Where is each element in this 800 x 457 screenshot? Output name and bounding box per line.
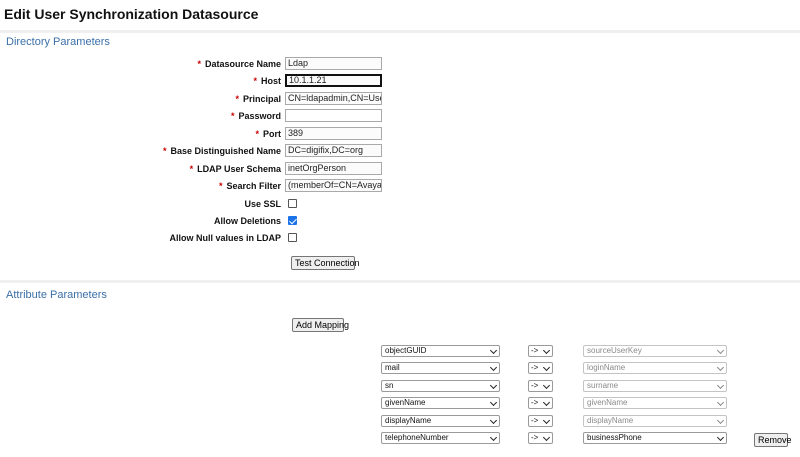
mapping-arrow-select-value: -> — [531, 416, 539, 425]
allow-null-checkbox[interactable] — [288, 233, 297, 242]
directory-section-title: Directory Parameters — [6, 36, 110, 48]
port-label: * Port — [255, 129, 281, 139]
directory-section-bar — [0, 30, 800, 50]
ldap-attribute-select-value: displayName — [385, 416, 432, 425]
password-row: * Password — [0, 109, 800, 123]
chevron-down-icon — [542, 346, 551, 355]
user-field-select[interactable]: givenName — [583, 397, 727, 409]
mapping-arrow-select[interactable]: -> — [528, 345, 553, 357]
user-field-select-value: surname — [587, 381, 619, 390]
ldap-attribute-select[interactable]: telephoneNumber — [381, 432, 500, 444]
search-filter-row: * Search Filter (memberOf=CN=Avaya_ — [0, 179, 800, 193]
use-ssl-label: Use SSL — [244, 199, 281, 209]
mapping-arrow-select-value: -> — [531, 363, 539, 372]
host-label: * Host — [253, 76, 281, 86]
port-row: * Port 389 — [0, 127, 800, 141]
user-field-select[interactable]: loginName — [583, 362, 727, 374]
datasource-name-row: * Datasource Name Ldap — [0, 57, 800, 71]
chevron-down-icon — [489, 346, 498, 355]
add-mapping-button[interactable]: Add Mapping — [292, 318, 349, 332]
use-ssl-row: Use SSL — [0, 197, 800, 211]
ldap-attribute-select[interactable]: displayName — [381, 415, 500, 427]
ldap-attribute-select[interactable]: mail — [381, 362, 500, 374]
ldap-attribute-select-value: mail — [385, 363, 400, 372]
chevron-down-icon — [489, 398, 498, 407]
attribute-section-title: Attribute Parameters — [6, 289, 107, 301]
mapping-arrow-select[interactable]: -> — [528, 397, 553, 409]
mapping-arrow-select-value: -> — [531, 433, 539, 442]
user-field-select-value: businessPhone — [587, 433, 642, 442]
ldap-attribute-select-value: objectGUID — [385, 346, 427, 355]
mapping-arrow-select[interactable]: -> — [528, 362, 553, 374]
mapping-arrow-select[interactable]: -> — [528, 415, 553, 427]
chevron-down-icon — [716, 416, 725, 425]
chevron-down-icon — [716, 346, 725, 355]
search-filter-label: * Search Filter — [218, 181, 281, 191]
user-field-select[interactable]: businessPhone — [583, 432, 727, 444]
ldap-attribute-select-value: givenName — [385, 398, 426, 407]
chevron-down-icon — [716, 381, 725, 390]
chevron-down-icon — [716, 433, 725, 442]
remove-button[interactable]: Remove — [754, 433, 792, 447]
ldap-attribute-select-value: sn — [385, 381, 394, 390]
chevron-down-icon — [489, 416, 498, 425]
datasource-name-label: * Datasource Name — [197, 59, 281, 69]
principal-input[interactable]: CN=ldapadmin,CN=Users — [285, 92, 382, 105]
allow-deletions-checkbox[interactable] — [288, 216, 297, 225]
password-label: * Password — [230, 111, 281, 121]
search-filter-input[interactable]: (memberOf=CN=Avaya_ — [285, 179, 382, 192]
chevron-down-icon — [489, 381, 498, 390]
user-field-select[interactable]: surname — [583, 380, 727, 392]
user-field-select-value: sourceUserKey — [587, 346, 642, 355]
user-field-select-value: givenName — [587, 398, 628, 407]
chevron-down-icon — [542, 433, 551, 442]
ldap-attribute-select-value: telephoneNumber — [385, 433, 449, 442]
user-field-select-value: displayName — [587, 416, 634, 425]
chevron-down-icon — [542, 416, 551, 425]
ldap-schema-input[interactable]: inetOrgPerson — [285, 162, 382, 175]
host-input[interactable]: 10.1.1.21 — [285, 74, 382, 87]
principal-label: * Principal — [235, 94, 281, 104]
chevron-down-icon — [542, 363, 551, 372]
mapping-arrow-select-value: -> — [531, 381, 539, 390]
ldap-schema-row: * LDAP User Schema inetOrgPerson — [0, 162, 800, 176]
allow-null-row: Allow Null values in LDAP — [0, 231, 800, 245]
chevron-down-icon — [542, 381, 551, 390]
user-field-select[interactable]: sourceUserKey — [583, 345, 727, 357]
page-title: Edit User Synchronization Datasource — [4, 6, 259, 22]
base-dn-input[interactable]: DC=digifix,DC=org — [285, 144, 382, 157]
chevron-down-icon — [489, 433, 498, 442]
password-input[interactable] — [285, 109, 382, 122]
allow-null-label: Allow Null values in LDAP — [169, 233, 281, 243]
ldap-attribute-select[interactable]: sn — [381, 380, 500, 392]
host-row: * Host 10.1.1.21 — [0, 74, 800, 88]
mapping-arrow-select-value: -> — [531, 398, 539, 407]
base-dn-row: * Base Distinguished Name DC=digifix,DC=o… — [0, 144, 800, 158]
allow-deletions-label: Allow Deletions — [213, 216, 281, 226]
datasource-name-input[interactable]: Ldap — [285, 57, 382, 70]
port-input[interactable]: 389 — [285, 127, 382, 140]
ldap-attribute-select[interactable]: givenName — [381, 397, 500, 409]
chevron-down-icon — [716, 398, 725, 407]
chevron-down-icon — [542, 398, 551, 407]
ldap-attribute-select[interactable]: objectGUID — [381, 345, 500, 357]
principal-row: * Principal CN=ldapadmin,CN=Users — [0, 92, 800, 106]
user-field-select-value: loginName — [587, 363, 626, 372]
base-dn-label: * Base Distinguished Name — [162, 146, 281, 156]
use-ssl-checkbox[interactable] — [288, 199, 297, 208]
test-connection-button[interactable]: Test Connection — [291, 256, 360, 270]
user-field-select[interactable]: displayName — [583, 415, 727, 427]
allow-deletions-row: Allow Deletions — [0, 214, 800, 228]
attribute-section-bar — [0, 280, 800, 300]
mapping-arrow-select[interactable]: -> — [528, 380, 553, 392]
chevron-down-icon — [716, 363, 725, 372]
mapping-arrow-select[interactable]: -> — [528, 432, 553, 444]
mapping-arrow-select-value: -> — [531, 346, 539, 355]
ldap-schema-label: * LDAP User Schema — [189, 164, 281, 174]
chevron-down-icon — [489, 363, 498, 372]
